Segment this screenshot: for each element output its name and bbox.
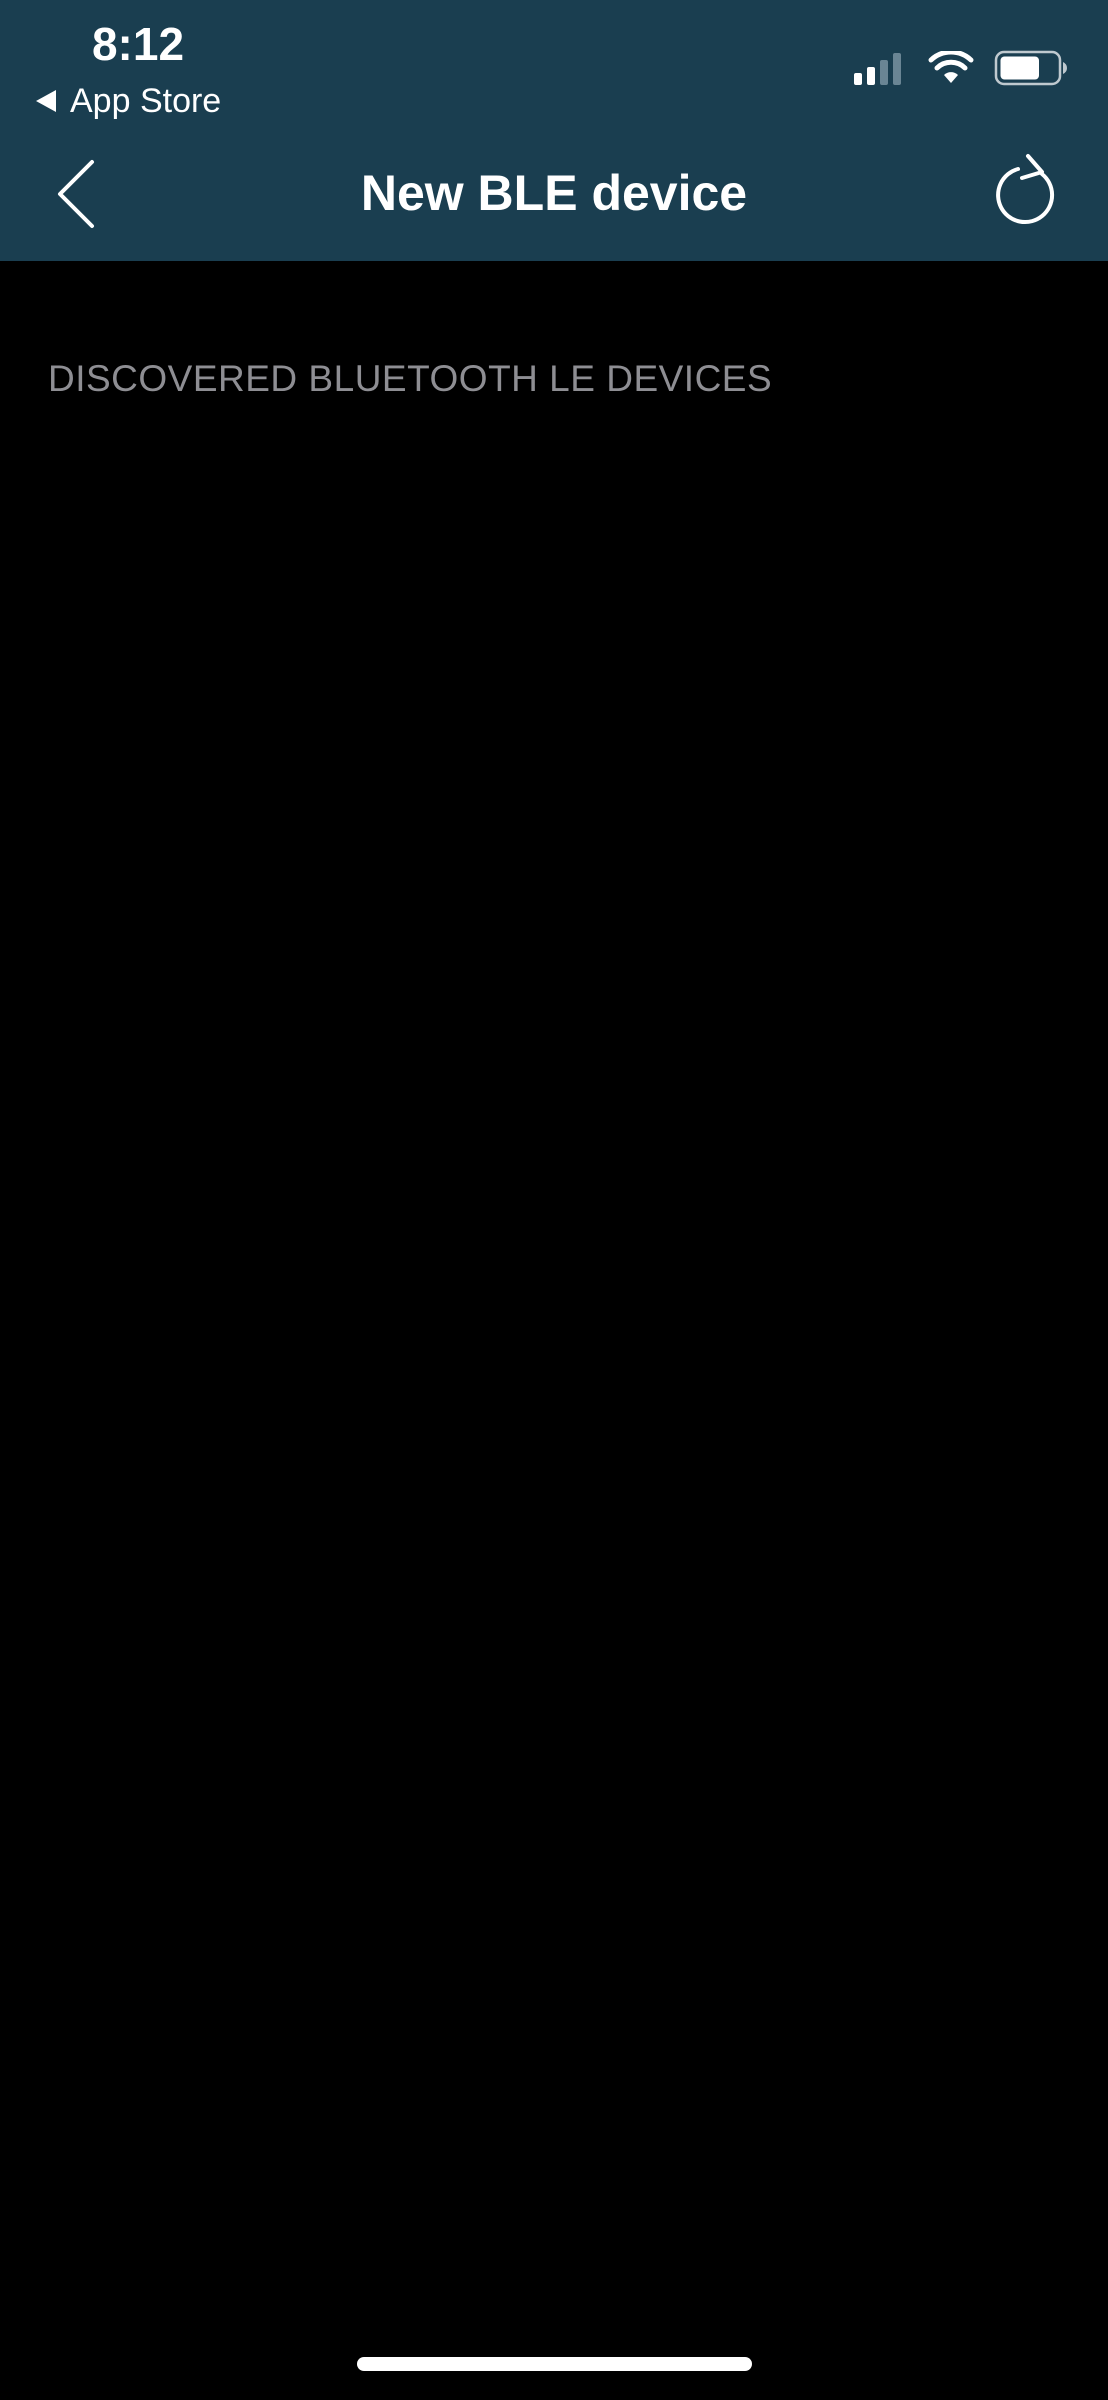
battery-icon [994,50,1067,86]
cellular-signal-icon [854,51,906,85]
status-icons [854,48,1068,88]
screen: 8:12 App Store New BLE device DISCOVERED… [0,0,1108,2400]
back-app-label: App Store [70,82,222,120]
signal-bar [867,67,875,85]
signal-bar [880,60,888,85]
signal-bar [854,73,862,85]
top-bar: 8:12 App Store New BLE device [0,0,1108,261]
page-title: New BLE device [360,165,748,221]
back-to-app-store-link[interactable]: App Store [36,78,221,124]
section-header: DISCOVERED BLUETOOTH LE DEVICES [48,358,773,399]
signal-bar [893,53,901,85]
refresh-icon[interactable] [984,150,1068,234]
wifi-icon [928,51,974,83]
back-chevron-icon[interactable] [50,158,110,230]
status-time: 8:12 [91,18,185,70]
home-indicator[interactable] [357,2357,752,2371]
back-triangle-icon [36,90,56,112]
